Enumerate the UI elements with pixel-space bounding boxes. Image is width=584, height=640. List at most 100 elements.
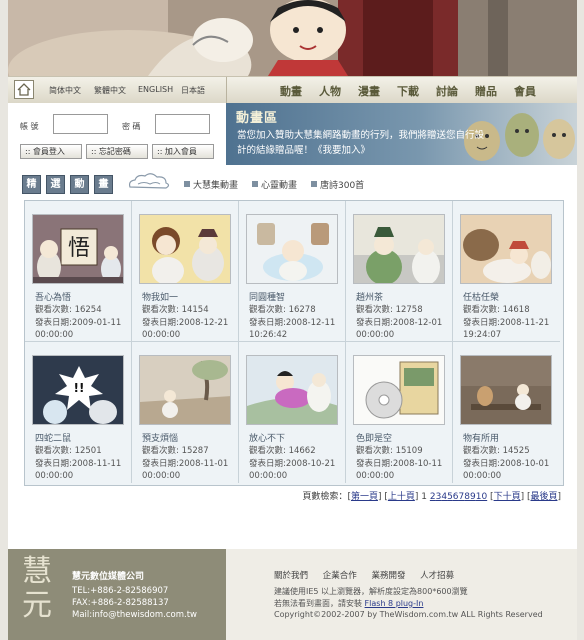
member-login-button[interactable]: :: 會員登入 (20, 144, 82, 159)
promo-text: 當您加入贊助大慧集網路動畫的行列，我們將贈送您自行設計的結緣贈品喔！《我要加入》 (237, 128, 487, 158)
video-title[interactable]: 吾心為悟 (35, 290, 71, 303)
thumbnail-illustration (140, 215, 230, 283)
video-thumbnail[interactable] (460, 214, 552, 284)
video-title[interactable]: 色即是空 (356, 431, 392, 444)
thumbnail-illustration: 悟 (33, 215, 123, 283)
square-bullet-icon (252, 181, 258, 187)
video-thumbnail[interactable] (460, 355, 552, 425)
lang-simplified-chinese[interactable]: 简体中文 (49, 85, 81, 96)
video-date: 發表日期:2008-12-21 00:00:00 (142, 318, 229, 340)
video-card[interactable]: !! 四蛇二鼠 觀看次數: 12501 發表日期:2008-11-11 00:0… (25, 342, 132, 483)
pager-current: 1 (421, 492, 427, 502)
video-title[interactable]: 趙州茶 (356, 290, 383, 303)
video-date: 發表日期:2008-12-01 00:00:00 (356, 318, 443, 340)
video-title[interactable]: 物我如一 (142, 290, 178, 303)
video-title[interactable]: 物有所用 (463, 431, 499, 444)
pager-page[interactable]: 10 (476, 492, 487, 502)
video-views: 觀看次數: 15287 (142, 446, 209, 456)
video-title[interactable]: 預支煩惱 (142, 431, 178, 444)
pager-last[interactable]: 最後頁 (530, 492, 557, 502)
cloud-icon (128, 173, 170, 189)
video-card[interactable]: 趙州茶 觀看次數: 12758 發表日期:2008-12-01 00:00:00 (346, 201, 453, 342)
thumbnail-illustration (247, 215, 337, 283)
video-thumbnail[interactable] (246, 355, 338, 425)
video-views: 觀看次數: 14525 (463, 446, 530, 456)
category-label: 大慧集動畫 (193, 181, 239, 191)
account-input[interactable] (53, 114, 108, 134)
pagination: 頁數檢索：[第一頁] [上十頁] 1 2345678910 [下十頁] [最後頁… (302, 492, 561, 502)
company-tel: TEL:+886-2-82586907 (72, 586, 169, 596)
video-thumbnail[interactable] (353, 355, 445, 425)
thumbnail-illustration (354, 356, 444, 424)
selected-tile: 選 (46, 175, 65, 194)
promo-banner: 動畫區 當您加入贊助大慧集網路動畫的行列，我們將贈送您自行設計的結緣贈品喔！《我… (226, 103, 577, 165)
nav-members[interactable]: 會員 (514, 83, 536, 99)
lang-english[interactable]: ENGLISH (138, 85, 173, 94)
nav-animation[interactable]: 動畫 (280, 83, 302, 99)
plugin-note: 若無法看到畫面，請安裝 Flash 8 plug-In (274, 598, 423, 609)
video-card[interactable]: 悟 吾心為悟 觀看次數: 16254 發表日期:2009-01-11 00:00… (25, 201, 132, 342)
video-views: 觀看次數: 14618 (463, 305, 530, 315)
video-thumbnail[interactable]: 悟 (32, 214, 124, 284)
video-thumbnail[interactable] (353, 214, 445, 284)
nav-discussion[interactable]: 討論 (436, 83, 458, 99)
thumbnail-illustration (461, 215, 551, 283)
category-spirit-animation[interactable]: 心靈動畫 (252, 178, 297, 191)
nav-divider (226, 77, 227, 103)
video-card[interactable]: 色即是空 觀看次數: 15109 發表日期:2008-10-11 00:00:0… (346, 342, 453, 483)
video-thumbnail[interactable] (139, 355, 231, 425)
pager-prev-ten[interactable]: 上十頁 (388, 492, 415, 502)
video-thumbnail[interactable] (139, 214, 231, 284)
video-card[interactable]: 放心不下 觀看次數: 14662 發表日期:2008-10-21 00:00:0… (239, 342, 346, 483)
video-title[interactable]: 放心不下 (249, 431, 285, 444)
pager-label: 頁數檢索： (302, 492, 348, 502)
footer-link-cooperation[interactable]: 企業合作 (323, 571, 357, 581)
lang-japanese[interactable]: 日本語 (181, 85, 205, 96)
pager-first[interactable]: 第一頁 (351, 492, 378, 502)
video-views: 觀看次數: 12758 (356, 305, 423, 315)
lang-traditional-chinese[interactable]: 繁體中文 (94, 85, 126, 96)
video-card[interactable]: 預支煩惱 觀看次數: 15287 發表日期:2008-11-01 00:00:0… (132, 342, 239, 483)
category-dahui-animation[interactable]: 大慧集動畫 (184, 178, 238, 191)
nav-download[interactable]: 下載 (397, 83, 419, 99)
top-nav: 简体中文 繁體中文 ENGLISH 日本語 動畫 人物 漫畫 下載 討論 贈品 … (8, 76, 577, 104)
password-input[interactable] (155, 114, 210, 134)
footer-links: 關於我們 企業合作 業務開發 人才招募 (274, 569, 466, 581)
video-card[interactable]: 物有所用 觀看次數: 14525 發表日期:2008-10-01 00:00:0… (453, 342, 560, 483)
footer-link-careers[interactable]: 人才招募 (420, 571, 454, 581)
login-panel: 帳 號 密 碼 :: 會員登入 :: 忘記密碼 :: 加入會員 (8, 103, 226, 165)
video-title[interactable]: 任枯任榮 (463, 290, 499, 303)
video-card[interactable]: 任枯任榮 觀看次數: 14618 發表日期:2008-11-21 19:24:0… (453, 201, 560, 342)
video-card[interactable]: 同圓種智 觀看次數: 16278 發表日期:2008-12-11 10:26:4… (239, 201, 346, 342)
flash-plugin-link[interactable]: Flash 8 plug-In (365, 599, 424, 608)
video-thumbnail[interactable]: !! (32, 355, 124, 425)
selected-tile: 動 (70, 175, 89, 194)
video-thumbnail[interactable] (246, 214, 338, 284)
copyright: Copyright©2002-2007 by TheWisdom.com.tw … (274, 610, 543, 619)
banner-illustration (8, 0, 577, 76)
home-icon[interactable] (14, 80, 34, 99)
video-card[interactable]: 物我如一 觀看次數: 14154 發表日期:2008-12-21 00:00:0… (132, 201, 239, 342)
video-views: 觀看次數: 14662 (249, 446, 316, 456)
video-date: 發表日期:2008-10-11 00:00:00 (356, 459, 443, 481)
promo-join-link[interactable]: 《我要加入》 (313, 145, 370, 156)
nav-comics[interactable]: 漫畫 (358, 83, 380, 99)
square-bullet-icon (311, 181, 317, 187)
video-date: 發表日期:2008-12-11 10:26:42 (249, 318, 336, 340)
pager-next-ten[interactable]: 下十頁 (494, 492, 521, 502)
video-title[interactable]: 四蛇二鼠 (35, 431, 71, 444)
video-title[interactable]: 同圓種智 (249, 290, 285, 303)
video-date: 發表日期:2008-11-01 00:00:00 (142, 459, 229, 481)
company-name: 慧元數位媒體公司 (72, 572, 145, 582)
video-views: 觀看次數: 16278 (249, 305, 316, 315)
forgot-password-button[interactable]: :: 忘記密碼 (86, 144, 148, 159)
nav-gifts[interactable]: 贈品 (475, 83, 497, 99)
category-tang-poems[interactable]: 唐詩300首 (311, 178, 364, 191)
join-member-button[interactable]: :: 加入會員 (152, 144, 214, 159)
footer-link-about[interactable]: 關於我們 (274, 571, 308, 581)
company-fax: FAX:+886-2-82588137 (72, 598, 169, 608)
company-logo: 慧元 (22, 554, 52, 623)
nav-characters[interactable]: 人物 (319, 83, 341, 99)
footer-link-business[interactable]: 業務開發 (371, 571, 405, 581)
selected-tile: 畫 (94, 175, 113, 194)
